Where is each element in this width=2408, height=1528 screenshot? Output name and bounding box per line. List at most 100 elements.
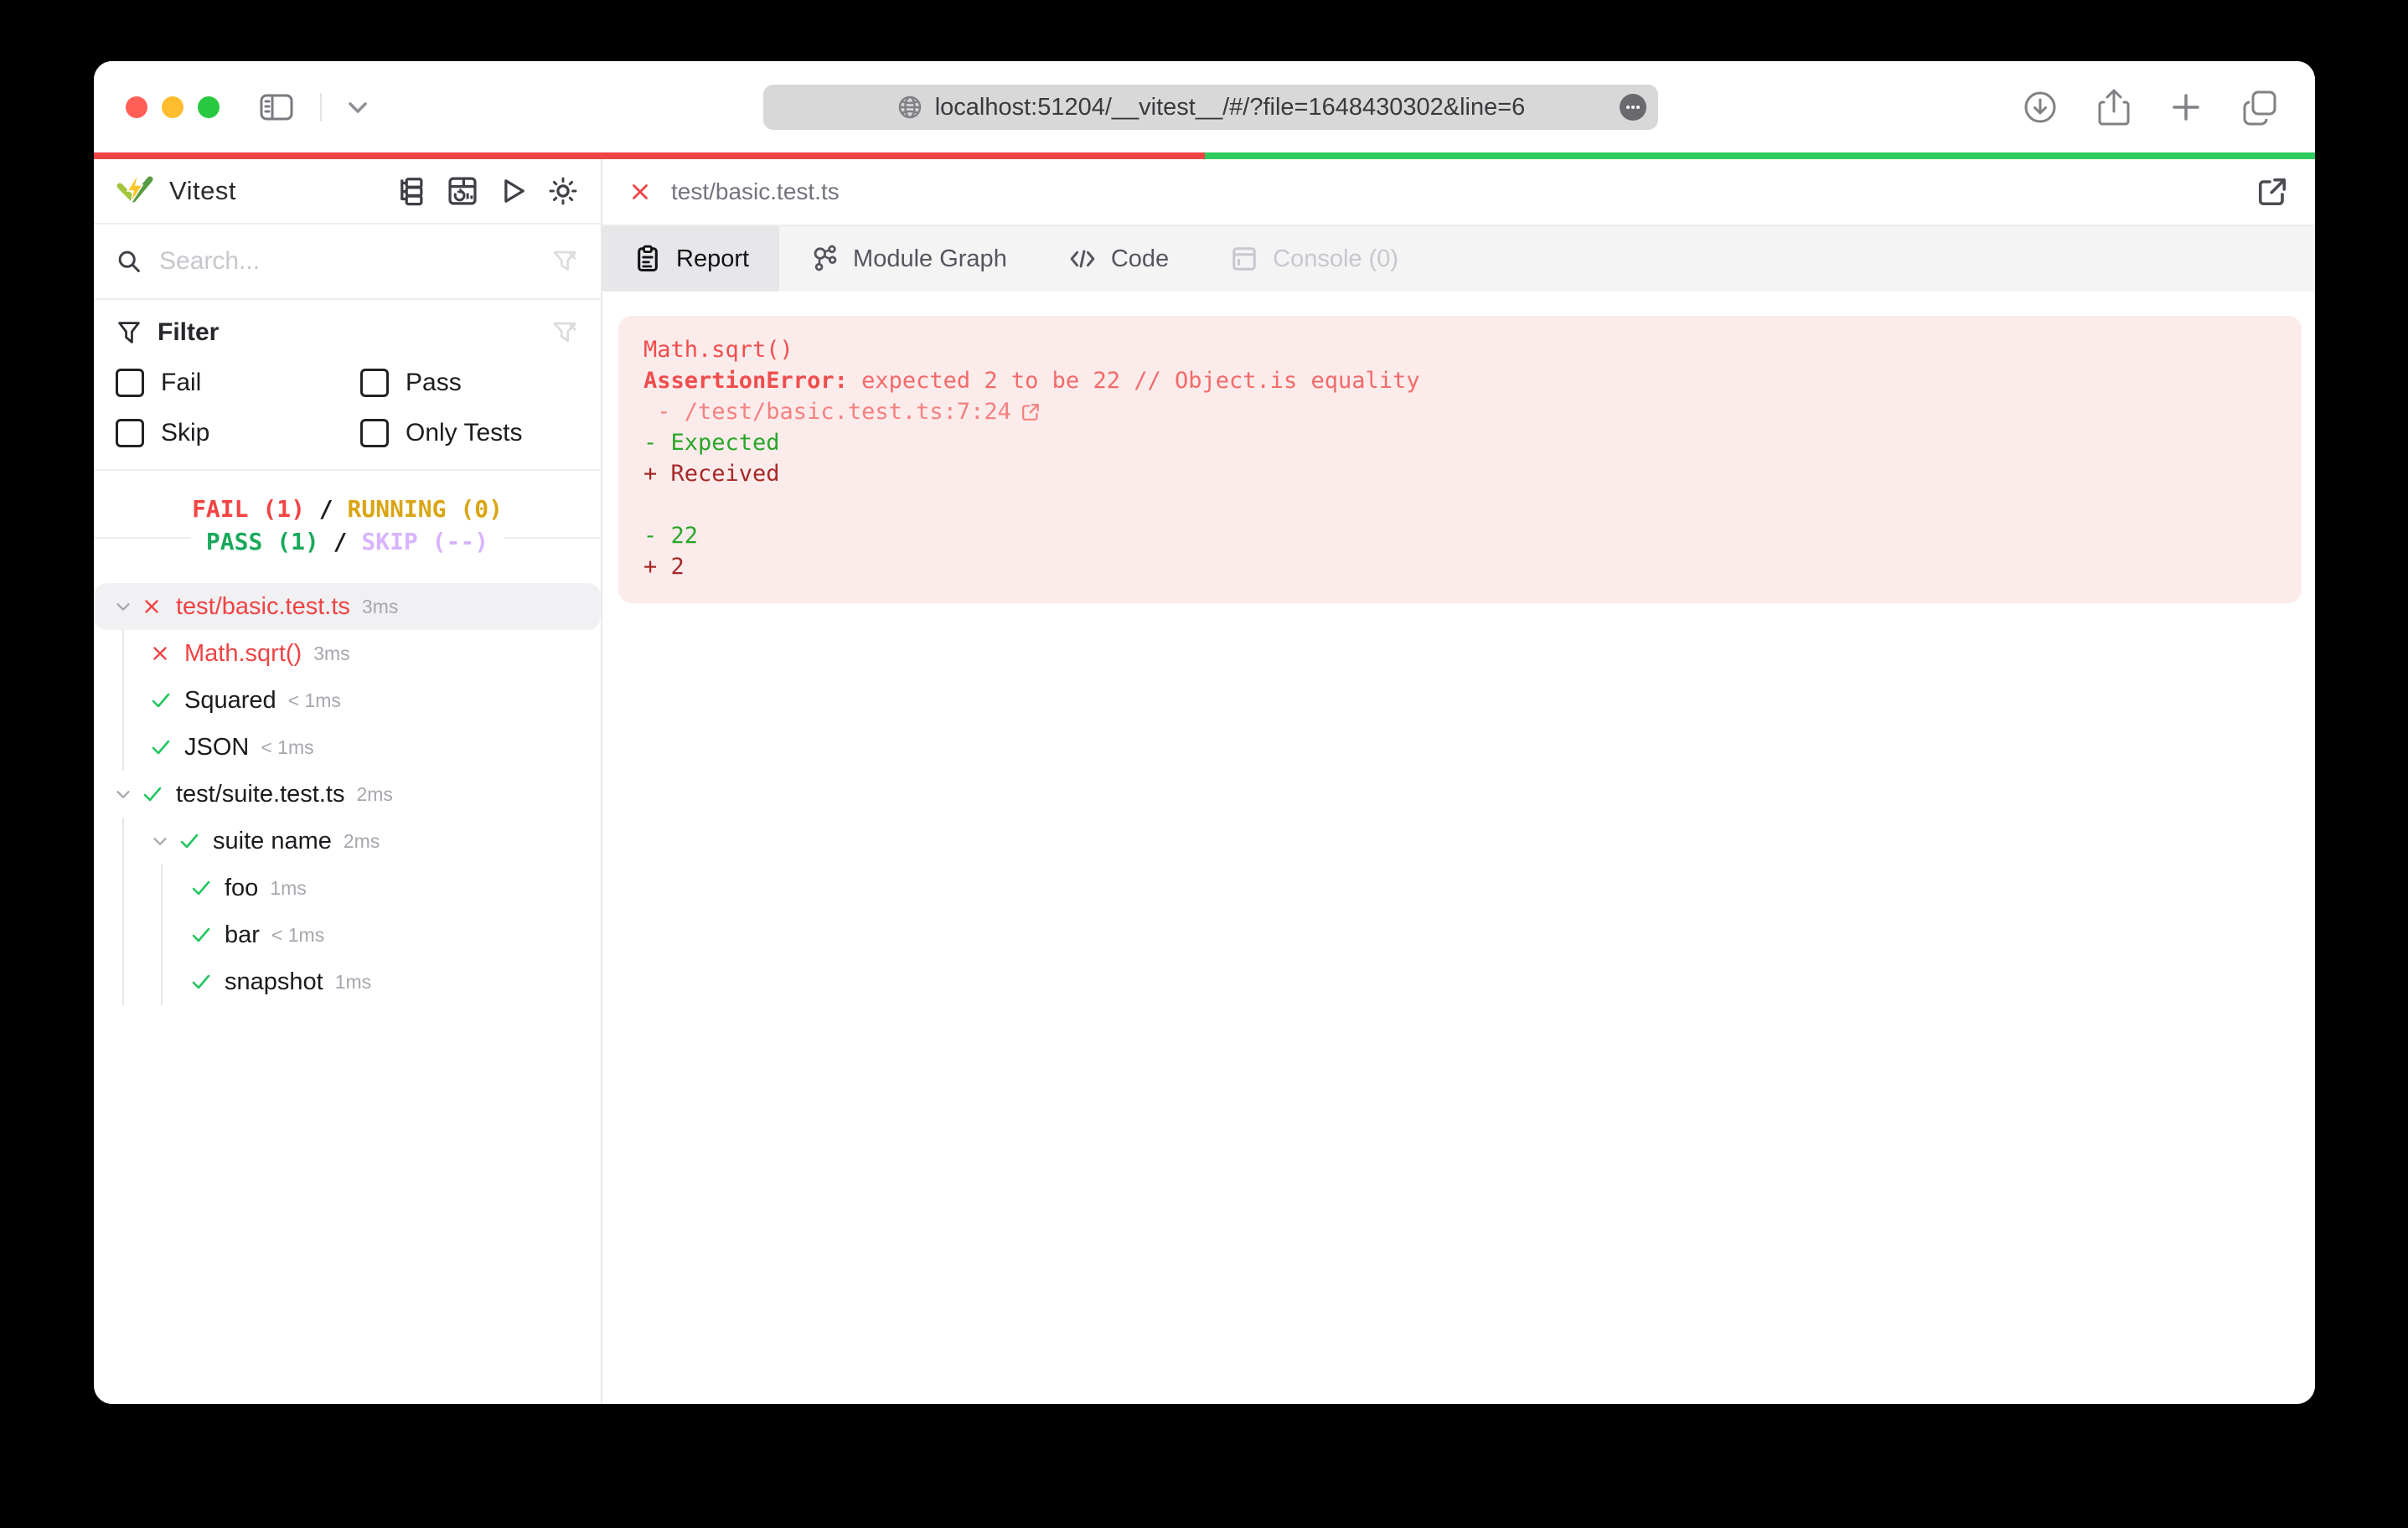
app-title: Vitest <box>169 176 236 205</box>
report-view: Math.sqrt() AssertionError: expected 2 to… <box>602 292 2315 1404</box>
dashboard-icon[interactable] <box>447 175 478 207</box>
test-summary: FAIL (1) / RUNNING (0) PASS (1) / SKIP (… <box>94 471 601 580</box>
new-tab-button[interactable] <box>2169 90 2203 124</box>
pass-check-icon <box>189 970 225 994</box>
tree-guide-line <box>161 911 163 958</box>
test-duration: 1ms <box>334 970 372 993</box>
test-duration: < 1ms <box>261 736 314 758</box>
module-graph-icon <box>814 245 837 271</box>
code-icon <box>1070 250 1095 268</box>
filter-checkbox-skip[interactable]: Skip <box>116 419 360 447</box>
tab-overview-button[interactable] <box>2241 89 2280 126</box>
test-tree-row[interactable]: snapshot 1ms <box>94 958 601 1005</box>
open-file-header: test/basic.test.ts <box>602 159 2315 226</box>
tab-label: Console (0) <box>1273 245 1399 272</box>
test-name: test/basic.test.ts <box>176 592 350 620</box>
minimize-window-button[interactable] <box>162 96 183 118</box>
report-line-text: Math.sqrt() <box>643 337 793 363</box>
filter-title: Filter <box>158 318 220 346</box>
pass-check-icon <box>178 829 213 853</box>
search-input[interactable] <box>158 246 550 276</box>
theme-toggle-icon[interactable] <box>547 175 579 207</box>
report-icon <box>638 245 658 272</box>
test-tree-row[interactable]: bar < 1ms <box>94 911 601 958</box>
summary-line-1: FAIL (1) / RUNNING (0) <box>177 495 518 523</box>
test-duration: 1ms <box>270 876 307 899</box>
close-window-button[interactable] <box>126 96 147 118</box>
chevron-down-icon[interactable] <box>149 830 178 852</box>
open-external-icon[interactable] <box>2255 174 2290 209</box>
test-duration: 2ms <box>356 782 393 805</box>
tab-report[interactable]: Report <box>602 226 780 292</box>
checkbox[interactable] <box>360 419 389 447</box>
chevron-down-icon[interactable] <box>112 596 141 617</box>
test-tree: test/basic.test.ts 3ms Math.sqrt() 3ms Squar… <box>94 580 601 1404</box>
filter-checkbox-pass[interactable]: Pass <box>360 369 579 397</box>
test-tree-row[interactable]: suite name 2ms <box>94 818 601 865</box>
divider <box>320 92 322 121</box>
pass-check-icon <box>189 923 225 947</box>
running-count: RUNNING (0) <box>347 495 503 523</box>
run-all-icon[interactable] <box>497 175 529 207</box>
progress-fail-segment <box>94 152 1205 159</box>
test-duration: 2ms <box>343 829 380 852</box>
sidebar-toggle-icon[interactable] <box>260 94 293 121</box>
address-bar[interactable]: localhost:51204/__vitest__/#/?file=16484… <box>763 85 1658 130</box>
skip-count: SKIP (--) <box>361 528 489 555</box>
report-line-text[interactable]: - /test/basic.test.ts:7:24 <box>643 396 1011 427</box>
downloads-button[interactable] <box>2022 89 2059 126</box>
checkbox[interactable] <box>116 369 144 397</box>
console-icon <box>1232 247 1256 271</box>
test-duration: < 1ms <box>287 689 341 711</box>
report-line: - /test/basic.test.ts:7:24 <box>643 396 2276 427</box>
test-tree-row[interactable]: Math.sqrt() 3ms <box>94 630 601 677</box>
share-button[interactable] <box>2097 88 2131 126</box>
tab-label: Report <box>676 245 750 272</box>
expand-tree-icon[interactable] <box>396 175 428 207</box>
url-text: localhost:51204/__vitest__/#/?file=16484… <box>934 93 1526 121</box>
test-name: JSON <box>184 733 250 761</box>
test-tree-row[interactable]: test/basic.test.ts 3ms <box>94 583 601 630</box>
test-tree-row[interactable]: test/suite.test.ts 2ms <box>94 771 601 818</box>
globe-icon <box>898 96 921 119</box>
assertion-error-panel: Math.sqrt() AssertionError: expected 2 to… <box>618 316 2302 603</box>
open-in-editor-icon[interactable] <box>1020 401 1041 423</box>
filter-checkbox-only-tests[interactable]: Only Tests <box>360 419 579 447</box>
tab-console[interactable]: Console (0) <box>1199 226 1429 292</box>
close-file-icon[interactable] <box>628 179 653 204</box>
filter-checkbox-fail[interactable]: Fail <box>116 369 360 397</box>
clear-search-filter-icon[interactable] <box>550 247 579 276</box>
tab-module-graph[interactable]: Module Graph <box>779 226 1037 292</box>
tree-guide-line <box>122 630 124 677</box>
test-tree-row[interactable]: foo 1ms <box>94 865 601 911</box>
report-line-text: - Expected <box>643 430 780 456</box>
test-duration: 3ms <box>361 595 399 617</box>
test-tree-row[interactable]: Squared < 1ms <box>94 677 601 724</box>
report-line: + Received <box>643 458 2276 489</box>
report-line: Math.sqrt() <box>643 334 2276 365</box>
search-icon <box>118 250 140 272</box>
tree-guide-line <box>122 865 124 911</box>
tree-guide-line <box>122 677 124 724</box>
chevron-down-icon[interactable] <box>347 100 369 115</box>
browser-window: localhost:51204/__vitest__/#/?file=16484… <box>94 61 2315 1404</box>
test-name: test/suite.test.ts <box>176 780 345 808</box>
open-file-name: test/basic.test.ts <box>671 178 840 204</box>
tree-guide-line <box>122 958 124 1005</box>
test-name: suite name <box>213 827 332 854</box>
zoom-window-button[interactable] <box>198 96 220 118</box>
chevron-down-icon[interactable] <box>112 783 141 805</box>
test-tree-row[interactable]: JSON < 1ms <box>94 724 601 771</box>
checkbox[interactable] <box>116 419 144 447</box>
checkbox[interactable] <box>360 369 389 397</box>
test-name: Squared <box>184 686 276 714</box>
more-options-button[interactable] <box>1620 94 1646 121</box>
summary-line-2: PASS (1) / SKIP (--) <box>190 528 504 555</box>
vitest-logo <box>116 173 153 204</box>
clear-filter-icon[interactable] <box>550 318 579 347</box>
report-line-text <box>643 489 657 520</box>
main-panel: test/basic.test.ts Report Module Graph C… <box>602 159 2315 1404</box>
test-duration: 3ms <box>313 642 350 664</box>
error-name: AssertionError: <box>643 368 848 394</box>
tab-code[interactable]: Code <box>1037 226 1199 292</box>
